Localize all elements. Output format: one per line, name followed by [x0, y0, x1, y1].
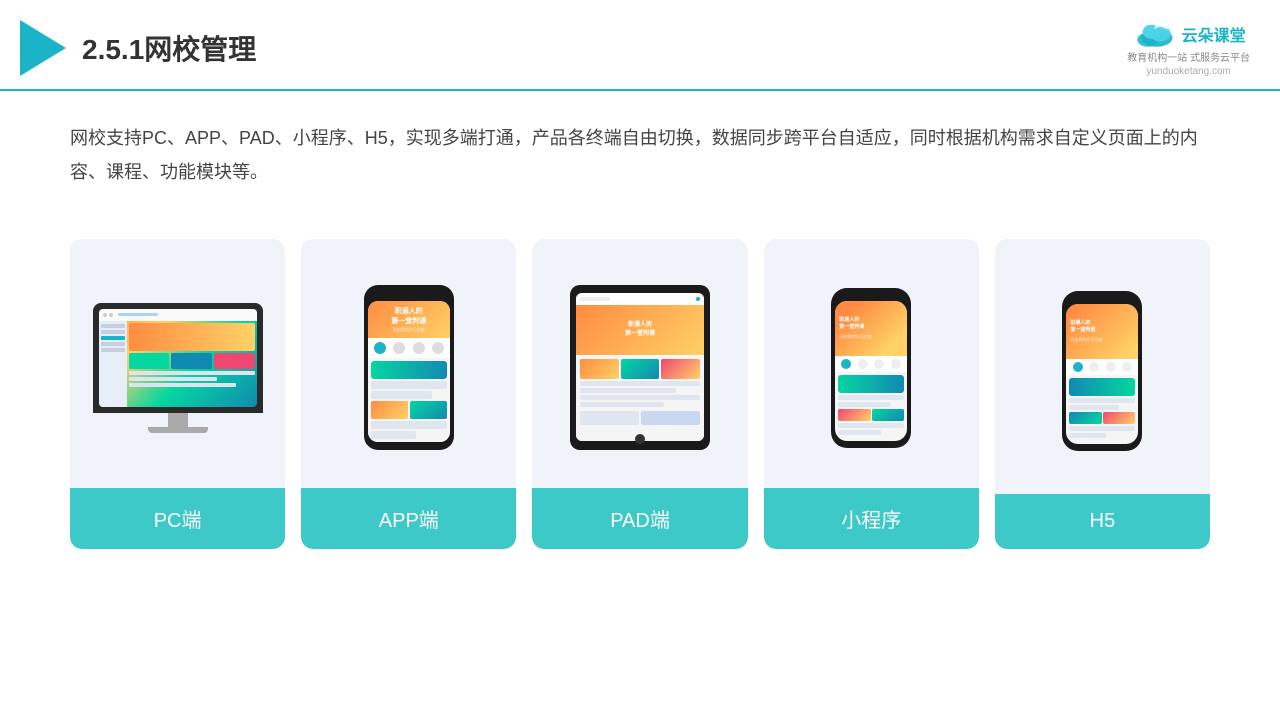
pc-monitor-icon	[93, 303, 263, 433]
cards-container: PC端 职通人的第一堂判课 开启您的学习之旅	[0, 219, 1280, 569]
pad-image-area: 职通人的第一堂判课	[532, 239, 747, 488]
card-app: 职通人的第一堂判课 开启您的学习之旅	[301, 239, 516, 549]
pad-tablet-icon: 职通人的第一堂判课	[570, 285, 710, 450]
miniapp-image-area: 职通人的第一堂判课 开启您的学习之旅	[764, 239, 979, 488]
card-pad-label: PAD端	[532, 488, 747, 549]
miniapp-phone-icon: 职通人的第一堂判课 开启您的学习之旅	[831, 288, 911, 448]
card-pc-label: PC端	[70, 488, 285, 549]
logo-triangle-icon	[20, 20, 66, 76]
brand-name: 云朵课堂	[1182, 22, 1246, 46]
tagline1: 教育机构一站	[1127, 53, 1187, 64]
card-h5: 职通人的第一堂判课 开启您的学习之旅	[995, 239, 1210, 549]
page-title: 2.5.1网校管理	[82, 28, 256, 68]
description-text: 网校支持PC、APP、PAD、小程序、H5，实现多端打通，产品各终端自由切换，数…	[0, 91, 1280, 209]
header: 2.5.1网校管理 云朵课堂 教育机构一站 式服务云平台 yunduoketan…	[0, 0, 1280, 91]
brand-logo: 云朵课堂	[1132, 18, 1246, 50]
tagline2: 式服务云平台	[1190, 53, 1250, 64]
card-miniapp: 职通人的第一堂判课 开启您的学习之旅	[764, 239, 979, 549]
card-pad: 职通人的第一堂判课	[532, 239, 747, 549]
brand-url: yunduoketang.com	[1146, 66, 1231, 77]
header-right: 云朵课堂 教育机构一站 式服务云平台 yunduoketang.com	[1127, 18, 1250, 77]
pc-image-area	[70, 239, 285, 488]
card-pc: PC端	[70, 239, 285, 549]
brand-tagline: 教育机构一站 式服务云平台	[1127, 52, 1250, 66]
card-miniapp-label: 小程序	[764, 488, 979, 549]
header-left: 2.5.1网校管理	[20, 20, 256, 76]
h5-image-area: 职通人的第一堂判课 开启您的学习之旅	[995, 239, 1210, 494]
app-phone-icon: 职通人的第一堂判课 开启您的学习之旅	[364, 285, 454, 450]
card-h5-label: H5	[995, 494, 1210, 549]
card-app-label: APP端	[301, 488, 516, 549]
h5-phone-icon: 职通人的第一堂判课 开启您的学习之旅	[1062, 291, 1142, 451]
cloud-icon	[1132, 18, 1176, 50]
description-line: 网校支持PC、APP、PAD、小程序、H5，实现多端打通，产品各终端自由切换，数…	[70, 128, 1198, 182]
app-image-area: 职通人的第一堂判课 开启您的学习之旅	[301, 239, 516, 488]
